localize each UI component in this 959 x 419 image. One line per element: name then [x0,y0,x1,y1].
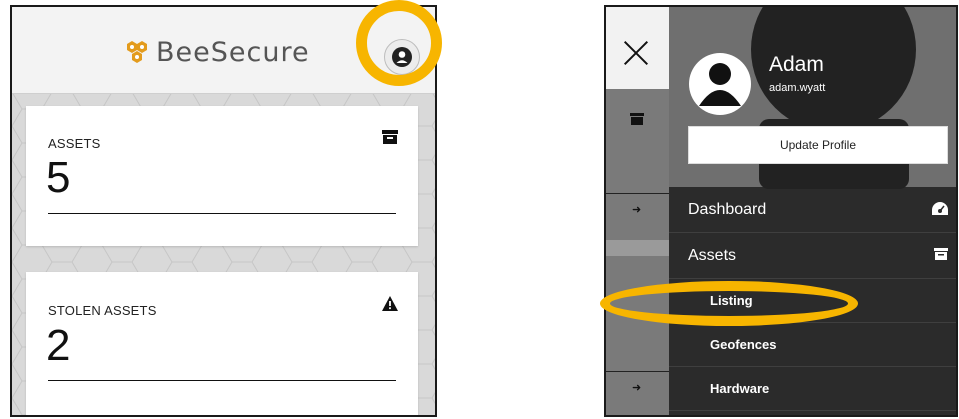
dashboard-screen: BeeSecure ASSETS 5 STOLEN ASSETS 2 [10,5,437,417]
archive-icon [630,113,644,125]
submenu-item-label: Geofences [710,337,777,352]
background-strip: ➜ ➜ [606,7,669,415]
divider [48,213,396,214]
assets-card[interactable]: ASSETS 5 [26,106,418,246]
user-circle-icon [699,63,741,106]
beesecure-logo-icon [127,41,147,63]
submenu-item-hardware[interactable]: Hardware [669,367,956,411]
user-circle-icon [392,47,412,67]
submenu-item-listing[interactable]: Listing [669,279,956,323]
update-profile-button[interactable]: Update Profile [688,126,948,164]
avatar [689,53,751,115]
strip-divider [606,193,669,194]
close-area [606,7,669,89]
card-value: 5 [46,153,71,202]
menu-item-label: Assets [688,247,737,264]
archive-icon [934,248,948,260]
user-handle: adam.wyatt [769,82,826,94]
app-header: BeeSecure [12,7,435,94]
divider [48,380,396,381]
stolen-assets-card[interactable]: STOLEN ASSETS 2 [26,272,418,415]
profile-button[interactable] [384,39,420,75]
arrow-right-icon: ➜ [632,204,642,216]
strip-divider [606,371,669,372]
menu-item-label: Dashboard [688,201,767,218]
menu-item-dashboard[interactable]: Dashboard [669,187,956,233]
navigation-drawer-screen: ➜ ➜ Adam adam.wyatt Update Profile Dashb… [604,5,958,417]
navigation-drawer: Adam adam.wyatt Update Profile Dashboard… [669,7,956,415]
menu-item-assets[interactable]: Assets [669,233,956,279]
card-value: 2 [46,321,71,370]
strip-band [606,240,669,256]
card-label: STOLEN ASSETS [48,303,157,318]
brand: BeeSecure [124,32,310,72]
submenu-item-geofences[interactable]: Geofences [669,323,956,367]
drawer-header: Adam adam.wyatt Update Profile [669,7,956,189]
dashboard-gauge-icon [932,202,948,215]
warning-icon [382,296,398,311]
brand-name: BeeSecure [156,36,310,68]
archive-icon [382,130,398,144]
arrow-right-icon: ➜ [632,382,642,394]
close-icon[interactable] [622,39,650,67]
submenu-item-label: Listing [710,293,753,308]
submenu-item-label: Hardware [710,381,770,396]
card-label: ASSETS [48,136,101,151]
user-name: Adam [769,53,824,76]
